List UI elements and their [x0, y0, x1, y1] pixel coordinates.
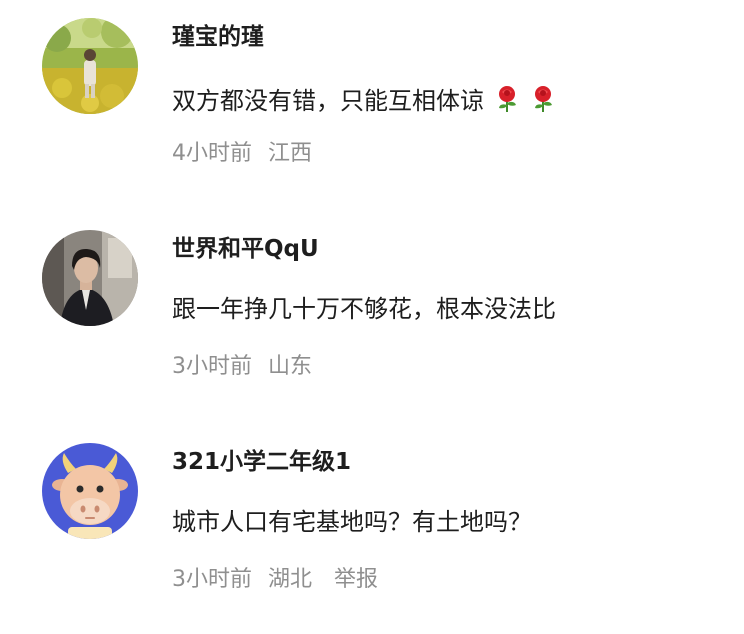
- comment-item-3: 321小学二年级1 城市人口有宅基地吗？有土地吗？ 3小时前 湖北 举报: [0, 0, 744, 634]
- username[interactable]: 321小学二年级1: [172, 451, 351, 474]
- comment-meta: 3小时前 湖北 举报: [172, 569, 378, 591]
- comment-text: 城市人口有宅基地吗？有土地吗？: [172, 508, 532, 536]
- location: 湖北: [268, 567, 313, 592]
- avatar-cartoon-cow-icon: [42, 443, 138, 539]
- avatar[interactable]: [42, 443, 138, 539]
- timestamp: 3小时前: [172, 567, 252, 592]
- report-link[interactable]: 举报: [334, 569, 378, 591]
